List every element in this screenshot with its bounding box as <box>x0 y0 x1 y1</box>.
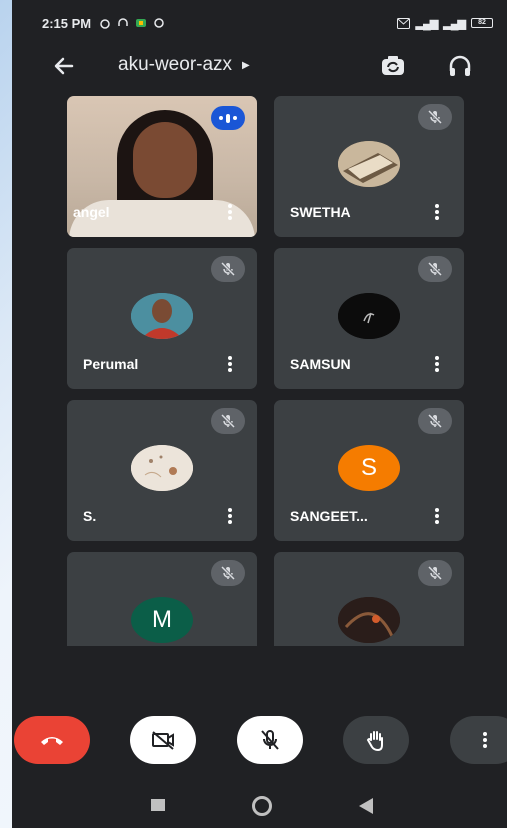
mic-toggle-button[interactable] <box>237 716 303 764</box>
headphone-status-icon <box>118 18 128 26</box>
participant-avatar: S <box>338 445 400 491</box>
phone-screen: 2:15 PM ▂▄▆ ▂▄▆ 82 aku-weor-azx ▶ angel … <box>12 0 507 828</box>
participant-tile[interactable]: S. <box>67 400 257 541</box>
videocam-off-icon <box>152 731 174 750</box>
participant-name: Perumal <box>83 356 139 372</box>
participant-grid: angel SWETHA Perumal SAMSUN S. S SANGEET… <box>12 94 507 646</box>
participant-avatar <box>131 293 193 339</box>
alarm-icon <box>100 19 110 29</box>
mic-off-icon <box>211 560 245 586</box>
more-vert-icon[interactable] <box>225 506 235 526</box>
participant-tile[interactable] <box>274 552 464 646</box>
participant-name: SWETHA <box>290 204 351 220</box>
recents-icon[interactable] <box>151 799 165 811</box>
notification-icons <box>99 17 165 29</box>
mic-off-icon <box>418 104 452 130</box>
participant-name: angel <box>73 204 110 220</box>
hand-icon <box>366 731 383 752</box>
participant-tile[interactable]: SWETHA <box>274 96 464 237</box>
call-controls <box>12 708 507 772</box>
message-icon <box>396 17 410 29</box>
meeting-code-button[interactable]: aku-weor-azx ▶ <box>118 54 250 76</box>
mic-off-icon <box>418 560 452 586</box>
raise-hand-button[interactable] <box>343 716 409 764</box>
participant-tile[interactable]: Perumal <box>67 248 257 389</box>
system-nav-bar <box>12 784 507 828</box>
end-call-button[interactable] <box>14 716 90 764</box>
mic-off-icon <box>211 408 245 434</box>
system-icons: ▂▄▆ ▂▄▆ 82 <box>396 17 493 30</box>
status-bar: 2:15 PM ▂▄▆ ▂▄▆ 82 <box>12 0 507 46</box>
participant-avatar <box>131 445 193 491</box>
more-vert-icon[interactable] <box>225 202 235 222</box>
participant-name: S. <box>83 508 97 524</box>
avatar-letter: S <box>360 454 377 481</box>
participant-avatar <box>338 141 400 187</box>
nav-back-icon[interactable] <box>359 798 373 814</box>
meeting-header: aku-weor-azx ▶ <box>12 46 507 86</box>
participant-name: SAMSUN <box>290 356 351 372</box>
chat-status-icon <box>154 18 164 28</box>
home-icon[interactable] <box>252 796 272 816</box>
switch-camera-icon[interactable] <box>378 51 408 81</box>
avatar-letter: M <box>152 606 172 633</box>
mic-off-icon <box>261 730 279 750</box>
participant-avatar <box>338 293 400 339</box>
participant-tile[interactable]: M <box>67 552 257 646</box>
participant-avatar <box>338 597 400 643</box>
mic-off-icon <box>418 408 452 434</box>
meeting-code: aku-weor-azx <box>118 54 233 75</box>
signal-icon-2: ▂▄▆ <box>443 17 466 30</box>
participant-tile[interactable]: SAMSUN <box>274 248 464 389</box>
meet-status-icon <box>136 19 147 27</box>
caret-right-icon: ▶ <box>242 59 250 71</box>
more-vert-icon <box>483 732 487 748</box>
status-time: 2:15 PM <box>42 15 92 31</box>
participant-name: SANGEET... <box>290 508 368 524</box>
more-vert-icon[interactable] <box>432 202 442 222</box>
camera-toggle-button[interactable] <box>130 716 196 764</box>
participant-avatar: M <box>131 597 193 643</box>
mic-off-icon <box>211 256 245 282</box>
headphones-icon[interactable] <box>445 51 475 81</box>
speaking-indicator-icon <box>211 106 245 130</box>
more-vert-icon[interactable] <box>432 354 442 374</box>
more-vert-icon[interactable] <box>432 506 442 526</box>
more-options-button[interactable] <box>450 716 507 764</box>
more-vert-icon[interactable] <box>225 354 235 374</box>
phone-hangup-icon <box>41 737 63 745</box>
battery-icon: 82 <box>471 18 493 28</box>
back-arrow-icon[interactable] <box>50 52 78 80</box>
signal-icon: ▂▄▆ <box>415 17 439 30</box>
mic-off-icon <box>418 256 452 282</box>
participant-tile[interactable]: angel <box>67 96 257 237</box>
participant-tile[interactable]: S SANGEET... <box>274 400 464 541</box>
